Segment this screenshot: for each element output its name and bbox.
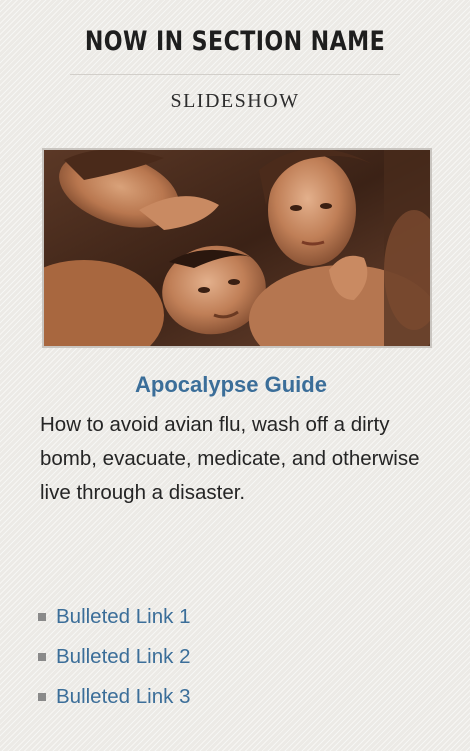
square-bullet-icon [38,613,46,621]
bulleted-link-3[interactable]: Bulleted Link 3 [56,680,190,714]
bulleted-link-2[interactable]: Bulleted Link 2 [56,640,190,674]
bulleted-link-1[interactable]: Bulleted Link 1 [56,600,190,634]
story-dek: How to avoid avian flu, wash off a dirty… [40,413,420,504]
square-bullet-icon [38,693,46,701]
square-bullet-icon [38,653,46,661]
section-promo-widget: NOW IN SECTION NAME SLIDESHOW Apocalypse… [0,0,470,751]
list-item: Bulleted Link 1 [38,597,438,637]
list-item: Bulleted Link 3 [38,677,438,717]
photo-illustration [44,150,430,346]
section-title: NOW IN SECTION NAME [84,26,386,57]
title-divider [70,74,400,75]
slideshow-photo[interactable] [42,148,432,348]
list-item: Bulleted Link 2 [38,637,438,677]
slideshow-kicker: SLIDESHOW [170,90,300,112]
headline-link[interactable]: Apocalypse Guide [0,368,462,402]
bulleted-links-list: Bulleted Link 1 Bulleted Link 2 Bulleted… [38,597,438,717]
